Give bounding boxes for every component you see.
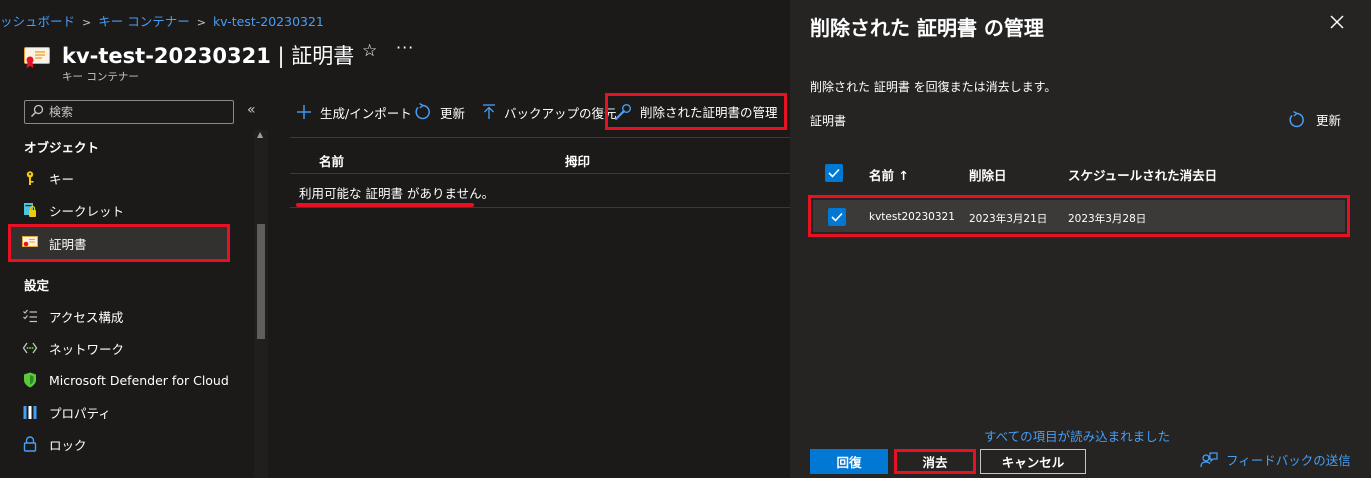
network-icon <box>22 340 38 356</box>
generate-import-button[interactable]: 生成/インポート <box>296 97 412 127</box>
checkmark-icon <box>831 212 843 222</box>
lock-icon <box>22 436 38 452</box>
feedback-link[interactable]: フィードバックの送信 <box>1200 450 1351 469</box>
chevron-right-icon: > <box>82 16 92 29</box>
sidebar-item-lock[interactable]: ロック <box>8 428 230 460</box>
more-icon[interactable]: ··· <box>396 38 414 57</box>
cancel-button[interactable]: キャンセル <box>980 449 1086 474</box>
chevron-right-icon: > <box>196 16 206 29</box>
breadcrumb-key-vaults[interactable]: キー コンテナー <box>98 14 189 29</box>
manage-deleted-certificates-panel: 削除された 証明書 の管理 削除された 証明書 を回復または消去します。 証明書… <box>790 0 1371 478</box>
sidebar-item-access-config[interactable]: アクセス構成 <box>8 300 230 332</box>
sidebar-item-label: ロック <box>49 437 87 453</box>
panel-refresh-label: 更新 <box>1316 113 1342 128</box>
collapse-sidebar-icon[interactable]: « <box>247 102 256 118</box>
sidebar-item-label: 証明書 <box>49 236 87 252</box>
plus-icon <box>296 104 312 120</box>
column-header-name[interactable]: 名前 ↑ <box>869 165 909 184</box>
shield-icon <box>22 372 38 388</box>
search-input[interactable] <box>49 103 229 121</box>
search-icon <box>30 104 44 118</box>
manage-deleted-label: 削除された証明書の管理 <box>640 105 778 120</box>
page-section-name: | 証明書 <box>270 44 355 68</box>
sidebar-item-certificates[interactable]: 証明書 <box>8 224 230 262</box>
sidebar-item-secrets[interactable]: シークレット <box>8 194 230 226</box>
column-header-thumbprint[interactable]: 拇印 <box>565 151 590 170</box>
sidebar-item-keys[interactable]: キー <box>8 162 230 194</box>
breadcrumb: ッシュボード > キー コンテナー > kv-test-20230321 <box>0 11 324 30</box>
sidebar-item-properties[interactable]: プロパティ <box>8 396 230 428</box>
generate-import-label: 生成/インポート <box>320 105 412 121</box>
feedback-icon <box>1200 451 1218 468</box>
table-row[interactable]: kvtest20230321 2023年3月21日 2023年3月28日 <box>808 195 1350 237</box>
empty-state-message: 利用可能な 証明書 がありません。 <box>299 186 495 201</box>
purge-button[interactable]: 消去 <box>894 449 976 474</box>
key-icon <box>22 170 38 186</box>
vault-name: kv-test-20230321 <box>62 44 271 68</box>
page-subtitle: キー コンテナー <box>62 71 139 83</box>
sidebar-item-label: プロパティ <box>49 405 111 421</box>
manage-deleted-certificates-button[interactable]: 削除された証明書の管理 <box>605 93 787 130</box>
table-row-background: kvtest20230321 2023年3月21日 2023年3月28日 <box>813 200 1345 232</box>
access-config-icon <box>22 308 38 324</box>
sidebar-item-label: アクセス構成 <box>49 309 124 325</box>
scroll-thumb[interactable] <box>257 224 265 339</box>
certificate-icon <box>22 235 38 251</box>
panel-title: 削除された 証明書 の管理 <box>810 16 1044 40</box>
certificate-logo-icon <box>24 47 50 68</box>
checkmark-icon <box>828 168 840 178</box>
backup-restore-label: バックアップの復元 <box>504 105 617 121</box>
breadcrumb-dashboard[interactable]: ッシュボード <box>0 14 75 29</box>
loaded-message: すべての項目が読み込まれました <box>984 429 1171 444</box>
restore-button[interactable]: 回復 <box>810 449 888 474</box>
cell-name: kvtest20230321 <box>869 211 955 223</box>
refresh-label: 更新 <box>440 105 466 121</box>
wrench-icon <box>614 103 632 121</box>
section-heading-settings: 設定 <box>24 278 50 293</box>
sidebar-scrollbar[interactable]: ▲ <box>254 130 268 478</box>
column-header-purge-date[interactable]: スケジュールされた消去日 <box>1068 165 1217 184</box>
toolbar-divider <box>290 137 790 138</box>
close-icon[interactable] <box>1330 15 1344 29</box>
sidebar-item-label: Microsoft Defender for Cloud <box>49 372 229 388</box>
refresh-button[interactable]: 更新 <box>414 97 465 127</box>
secret-icon <box>22 202 38 218</box>
cell-deleted-date: 2023年3月21日 <box>969 213 1048 225</box>
key-vault-blade: ッシュボード > キー コンテナー > kv-test-20230321 kv-test… <box>0 0 790 478</box>
row-divider <box>290 207 790 208</box>
sidebar-search <box>24 100 234 124</box>
cell-purge-date: 2023年3月28日 <box>1068 213 1147 225</box>
page-title: kv-test-20230321 | 証明書 <box>62 40 354 70</box>
column-header-deleted-date[interactable]: 削除日 <box>969 165 1007 184</box>
row-checkbox[interactable] <box>828 208 846 226</box>
sidebar: « オブジェクト キー シークレット 証明書 設定 アクセス構成 <box>0 92 270 478</box>
refresh-icon <box>1288 110 1306 129</box>
column-header-name[interactable]: 名前 <box>319 151 344 170</box>
header-row-divider <box>290 173 790 174</box>
scroll-up-arrow-icon[interactable]: ▲ <box>257 130 263 139</box>
properties-icon <box>22 404 38 420</box>
sidebar-item-network[interactable]: ネットワーク <box>8 332 230 364</box>
backup-restore-button[interactable]: バックアップの復元 <box>482 97 617 127</box>
panel-description: 削除された 証明書 を回復または消去します。 <box>810 80 1057 94</box>
feedback-label: フィードバックの送信 <box>1226 453 1351 468</box>
refresh-icon <box>414 103 432 121</box>
section-heading-objects: オブジェクト <box>24 140 100 155</box>
panel-refresh-button[interactable]: 更新 <box>1288 110 1341 129</box>
sidebar-item-label: キー <box>49 171 75 187</box>
sidebar-item-label: ネットワーク <box>49 341 125 357</box>
sidebar-item-defender[interactable]: Microsoft Defender for Cloud <box>8 364 230 396</box>
breadcrumb-vault[interactable]: kv-test-20230321 <box>213 14 324 29</box>
sidebar-item-label: シークレット <box>49 203 125 219</box>
panel-section-label: 証明書 <box>810 114 847 128</box>
upload-arrow-icon <box>482 104 496 120</box>
star-icon[interactable]: ☆ <box>362 41 377 61</box>
select-all-checkbox[interactable] <box>825 164 843 182</box>
